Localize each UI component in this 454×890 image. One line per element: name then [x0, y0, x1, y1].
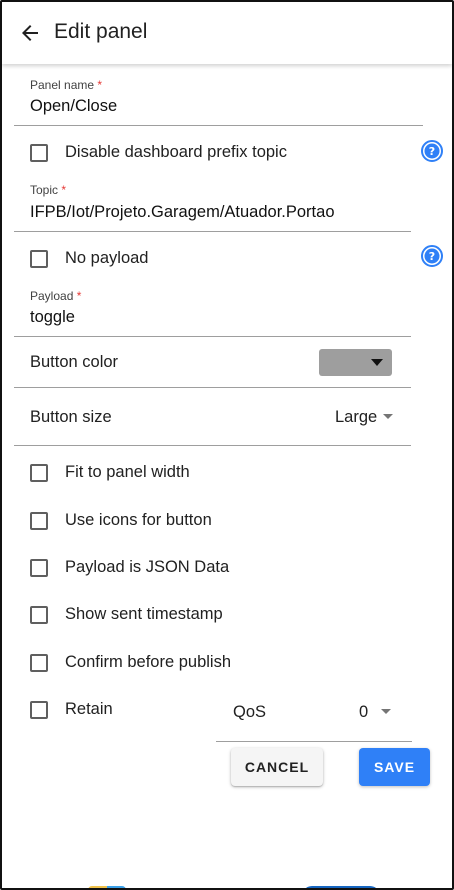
confirm-publish-label: Confirm before publish: [65, 653, 231, 671]
fit-width-row[interactable]: Fit to panel width: [30, 463, 190, 482]
payload-input[interactable]: toggle: [30, 308, 75, 327]
help-icon[interactable]: ?: [420, 139, 444, 163]
no-payload-row[interactable]: No payload: [30, 249, 148, 268]
show-timestamp-label: Show sent timestamp: [65, 605, 223, 623]
caret-down-icon: [383, 414, 393, 419]
divider: [216, 741, 412, 742]
nav-pill: [302, 886, 380, 888]
required-mark: *: [76, 289, 82, 303]
retain-checkbox[interactable]: [30, 700, 48, 719]
edit-panel-screen: Edit panel Panel name * Open/Close Disab…: [0, 0, 454, 890]
required-mark: *: [97, 78, 103, 92]
retain-label: Retain: [65, 700, 113, 718]
disable-prefix-checkbox[interactable]: [30, 143, 48, 162]
app-icon: [88, 886, 126, 888]
divider: [14, 231, 411, 232]
button-color-select[interactable]: [319, 349, 392, 376]
payload-label-text: Payload: [30, 289, 74, 303]
panel-name-label: Panel name *: [30, 78, 102, 92]
retain-row[interactable]: Retain: [30, 700, 113, 719]
confirm-publish-checkbox[interactable]: [30, 653, 48, 672]
json-data-label: Payload is JSON Data: [65, 558, 230, 576]
qos-label: QoS: [233, 703, 267, 721]
qos-select[interactable]: 0: [359, 703, 368, 722]
arrow-left-icon[interactable]: [18, 21, 42, 45]
use-icons-row[interactable]: Use icons for button: [30, 511, 212, 530]
show-timestamp-checkbox[interactable]: [30, 605, 48, 624]
fit-width-label: Fit to panel width: [65, 463, 190, 481]
panel-name-label-text: Panel name: [30, 78, 95, 92]
button-size-select[interactable]: Large: [335, 408, 377, 427]
divider: [14, 387, 411, 388]
divider: [14, 336, 411, 337]
caret-down-icon: [381, 709, 391, 714]
topic-label: Topic *: [30, 183, 66, 197]
topic-label-text: Topic: [30, 183, 59, 197]
no-payload-checkbox[interactable]: [30, 249, 48, 268]
required-mark: *: [61, 183, 67, 197]
topic-input[interactable]: IFPB/Iot/Projeto.Garagem/Atuador.Portao: [30, 203, 335, 222]
caret-down-icon: [371, 359, 383, 366]
button-color-label: Button color: [30, 353, 119, 371]
svg-text:?: ?: [429, 250, 435, 263]
use-icons-label: Use icons for button: [65, 511, 212, 529]
divider: [14, 125, 423, 126]
svg-text:?: ?: [429, 145, 435, 158]
cancel-button[interactable]: CANCEL: [231, 748, 323, 786]
use-icons-checkbox[interactable]: [30, 511, 48, 530]
json-data-checkbox[interactable]: [30, 558, 48, 577]
confirm-publish-row[interactable]: Confirm before publish: [30, 653, 231, 672]
disable-prefix-row[interactable]: Disable dashboard prefix topic: [30, 143, 287, 162]
page-title: Edit panel: [54, 20, 148, 43]
divider: [14, 445, 411, 446]
button-size-label: Button size: [30, 408, 112, 426]
app-bar: Edit panel: [2, 2, 452, 64]
json-data-row[interactable]: Payload is JSON Data: [30, 558, 229, 577]
fit-width-checkbox[interactable]: [30, 463, 48, 482]
disable-prefix-label: Disable dashboard prefix topic: [65, 143, 287, 161]
help-icon[interactable]: ?: [420, 244, 444, 268]
show-timestamp-row[interactable]: Show sent timestamp: [30, 605, 223, 624]
panel-name-input[interactable]: Open/Close: [30, 97, 117, 116]
save-button[interactable]: SAVE: [359, 748, 430, 786]
no-payload-label: No payload: [65, 249, 149, 267]
payload-label: Payload *: [30, 289, 81, 303]
